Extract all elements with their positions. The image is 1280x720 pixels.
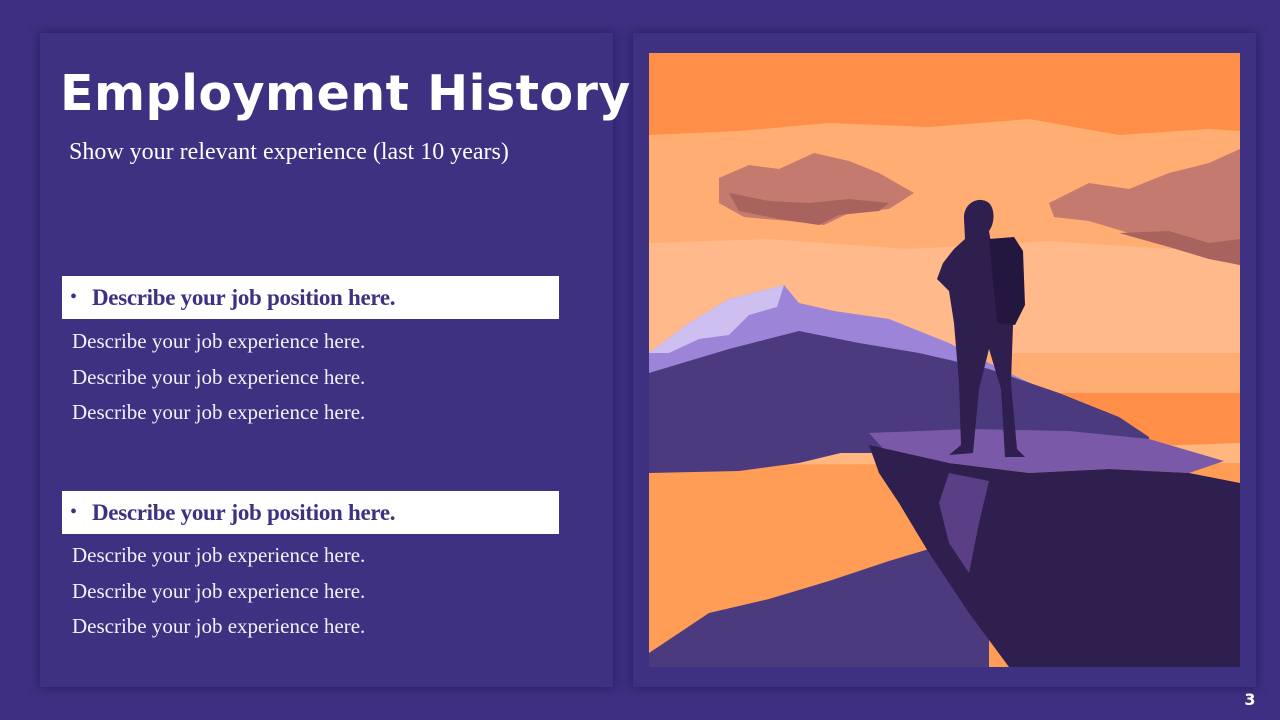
job-experience-line: Describe your job experience here. xyxy=(72,578,366,603)
job-experience-line: Describe your job experience here. xyxy=(72,543,366,567)
job-experience-line: Describe your job experience here. xyxy=(72,614,366,638)
bullet-icon: • xyxy=(70,286,78,308)
slide-title: Employment History xyxy=(60,65,631,122)
job-experience-line: Describe your job experience here. xyxy=(72,400,366,424)
slide-subtitle: Show your relevant experience (last 10 y… xyxy=(69,139,509,165)
job-position-title: Describe your job position here. xyxy=(92,499,396,525)
hiker-on-cliff-sunset-illustration xyxy=(649,53,1240,667)
bullet-icon: • xyxy=(70,501,78,523)
job-position-box: • Describe your job position here. xyxy=(62,491,559,534)
job-experience-list: Describe your job experience here. Descr… xyxy=(72,324,365,431)
image-panel xyxy=(633,33,1256,687)
content-panel: Employment History Show your relevant ex… xyxy=(40,33,630,687)
job-experience-line: Describe your job experience here. xyxy=(72,329,366,353)
job-position-title: Describe your job position here. xyxy=(92,284,396,310)
job-experience-list: Describe your job experience here. Descr… xyxy=(72,538,365,645)
job-experience-line: Describe your job experience here. xyxy=(72,364,366,389)
job-position-box: • Describe your job position here. xyxy=(62,276,559,319)
page-number: 3 xyxy=(1244,690,1256,709)
